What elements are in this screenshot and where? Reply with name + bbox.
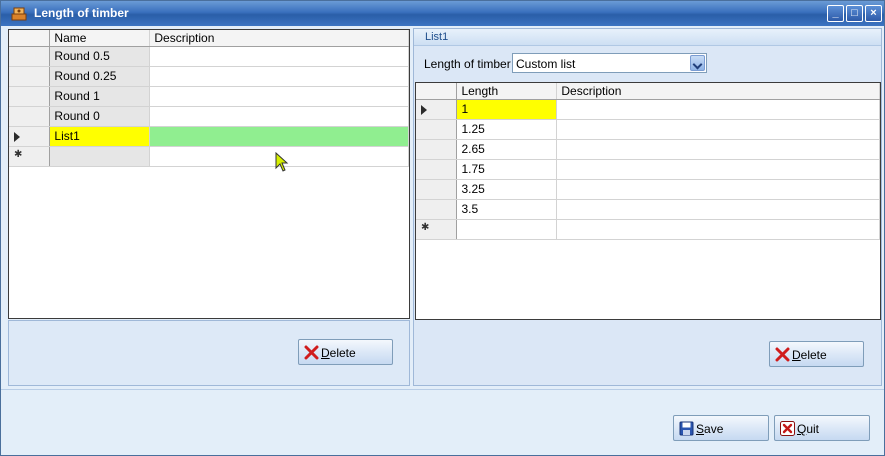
column-header-name[interactable]: Name	[49, 30, 151, 47]
delete-label: Delete	[792, 348, 827, 362]
lengths-grid[interactable]: Length Description 1 1.25 2.65 1.75 3.25…	[415, 82, 881, 320]
length-cell[interactable]: 3.5	[456, 199, 558, 220]
grid-corner	[9, 30, 51, 47]
table-row-selected[interactable]: 1	[416, 99, 880, 120]
table-row[interactable]: Round 1	[9, 86, 409, 107]
length-of-timber-window: Length of timber _ □ × Name Description …	[0, 0, 885, 456]
description-cell[interactable]	[149, 66, 409, 87]
length-cell[interactable]: 1.75	[456, 159, 558, 180]
table-row[interactable]: 1.25	[416, 119, 880, 140]
name-cell[interactable]: Round 0.25	[49, 66, 151, 87]
column-header-length[interactable]: Length	[456, 83, 558, 100]
row-header[interactable]	[416, 179, 458, 200]
quit-button[interactable]: Quit	[774, 415, 870, 441]
list-detail-panel: List1 Length of timber Custom list Lengt…	[413, 28, 882, 386]
current-row-arrow-icon	[14, 131, 20, 142]
table-row[interactable]: 1.75	[416, 159, 880, 180]
current-row-arrow-icon	[421, 104, 427, 115]
description-cell[interactable]	[556, 119, 880, 140]
description-cell[interactable]	[556, 99, 880, 120]
name-cell[interactable]: Round 0.5	[49, 46, 151, 67]
list-panel-header: List1	[414, 29, 881, 46]
name-cell[interactable]	[49, 146, 151, 167]
length-cell[interactable]: 1.25	[456, 119, 558, 140]
red-x-icon	[775, 347, 790, 362]
save-label: Save	[696, 422, 724, 436]
left-delete-button[interactable]: Delete	[298, 339, 393, 365]
name-cell[interactable]: Round 0	[49, 106, 151, 127]
minimize-button[interactable]: _	[827, 5, 844, 22]
quit-x-icon	[780, 421, 795, 436]
timber-lists-grid[interactable]: Name Description Round 0.5 Round 0.25 Ro…	[8, 29, 410, 319]
row-header-current[interactable]	[9, 126, 51, 147]
description-cell[interactable]	[556, 219, 880, 240]
table-row[interactable]: 3.5	[416, 199, 880, 220]
description-cell[interactable]	[556, 179, 880, 200]
row-header[interactable]	[9, 106, 51, 127]
new-row-star-icon: ✱	[14, 148, 23, 160]
right-delete-button[interactable]: Delete	[769, 341, 864, 367]
window-title: Length of timber	[34, 6, 129, 20]
length-of-timber-label: Length of timber	[424, 57, 511, 71]
quit-label: Quit	[797, 422, 820, 436]
name-cell[interactable]: List1	[49, 126, 151, 147]
table-row[interactable]: 3.25	[416, 179, 880, 200]
row-header-new[interactable]: ✱	[9, 146, 51, 167]
red-x-icon	[304, 345, 319, 360]
mouse-cursor-icon	[275, 152, 289, 172]
row-header[interactable]	[9, 66, 51, 87]
table-row[interactable]: 2.65	[416, 139, 880, 160]
title-bar: Length of timber _ □ ×	[1, 1, 884, 26]
row-header[interactable]	[416, 139, 458, 160]
description-cell[interactable]	[149, 46, 409, 67]
row-header[interactable]	[9, 86, 51, 107]
description-cell[interactable]	[149, 86, 409, 107]
row-header[interactable]	[9, 46, 51, 67]
row-header-new[interactable]: ✱	[416, 219, 458, 240]
maximize-button[interactable]: □	[846, 5, 863, 22]
row-header[interactable]	[416, 199, 458, 220]
left-button-panel: Delete	[8, 320, 410, 386]
column-header-description[interactable]: Description	[556, 83, 880, 100]
description-cell[interactable]	[556, 159, 880, 180]
table-row[interactable]: Round 0.5	[9, 46, 409, 67]
new-row-star-icon: ✱	[421, 221, 430, 233]
table-row[interactable]: Round 0.25	[9, 66, 409, 87]
length-cell[interactable]: 3.25	[456, 179, 558, 200]
description-cell[interactable]	[556, 139, 880, 160]
save-button[interactable]: Save	[673, 415, 769, 441]
delete-label: Delete	[321, 346, 356, 360]
new-row[interactable]: ✱	[416, 219, 880, 240]
length-type-dropdown[interactable]: Custom list	[512, 53, 707, 73]
close-button[interactable]: ×	[865, 5, 882, 22]
description-cell[interactable]	[149, 106, 409, 127]
table-row-selected[interactable]: List1	[9, 126, 409, 147]
dropdown-value: Custom list	[516, 57, 576, 71]
description-cell[interactable]	[149, 126, 409, 147]
row-header[interactable]	[416, 159, 458, 180]
table-row[interactable]: Round 0	[9, 106, 409, 127]
row-header-current[interactable]	[416, 99, 458, 120]
chevron-down-icon[interactable]	[690, 55, 705, 71]
column-header-description[interactable]: Description	[149, 30, 409, 47]
name-cell[interactable]: Round 1	[49, 86, 151, 107]
timber-icon	[11, 7, 27, 21]
length-cell[interactable]: 1	[456, 99, 558, 120]
grid-corner	[416, 83, 458, 100]
new-row[interactable]: ✱	[9, 146, 409, 167]
floppy-disk-icon	[679, 421, 694, 436]
row-header[interactable]	[416, 119, 458, 140]
length-cell[interactable]: 2.65	[456, 139, 558, 160]
length-cell[interactable]	[456, 219, 558, 240]
description-cell[interactable]	[556, 199, 880, 220]
